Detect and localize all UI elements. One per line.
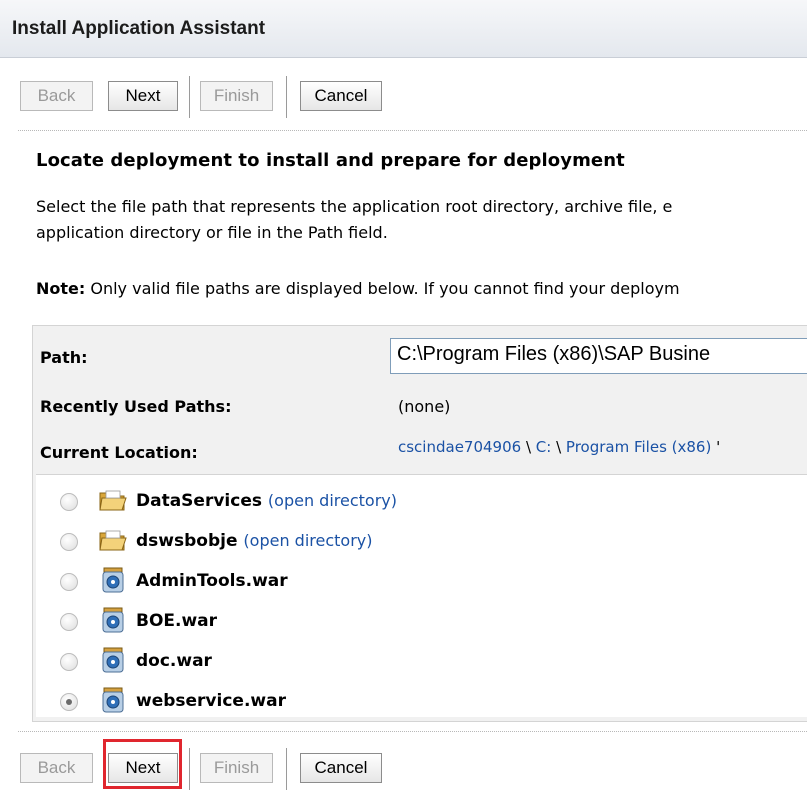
file-name-text: DataServices xyxy=(136,491,262,511)
section-heading: Locate deployment to install and prepare… xyxy=(36,150,625,171)
window-titlebar: Install Application Assistant xyxy=(0,0,807,58)
description-line-1: Select the file path that represents the… xyxy=(36,197,673,216)
recent-paths-value: (none) xyxy=(398,397,451,416)
breadcrumb-separator: ' xyxy=(711,438,721,456)
radio-boe[interactable] xyxy=(60,613,78,631)
note-text: Note: Only valid file paths are displaye… xyxy=(36,276,680,302)
file-list: DataServices (open directory) dswsbobje … xyxy=(36,474,807,717)
separator xyxy=(189,76,193,118)
separator xyxy=(189,748,193,790)
list-item: webservice.war xyxy=(36,685,807,725)
finish-button[interactable]: Finish xyxy=(200,81,273,111)
path-input[interactable]: C:\Program Files (x86)\SAP Busine xyxy=(390,338,807,374)
back-button[interactable]: Back xyxy=(20,81,93,111)
description-line-2: application directory or file in the Pat… xyxy=(36,223,388,242)
note-body: Only valid file paths are displayed belo… xyxy=(85,279,680,298)
radio-admintools[interactable] xyxy=(60,573,78,591)
current-location-label: Current Location: xyxy=(40,443,198,462)
war-archive-icon xyxy=(102,607,124,633)
file-name: dswsbobje (open directory) xyxy=(136,531,373,551)
list-item: AdminTools.war xyxy=(36,565,807,605)
open-directory-link[interactable]: (open directory) xyxy=(268,491,397,510)
window-title: Install Application Assistant xyxy=(12,18,266,39)
file-name: webservice.war xyxy=(136,691,286,711)
radio-dataservices[interactable] xyxy=(60,493,78,511)
radio-dswsbobje[interactable] xyxy=(60,533,78,551)
war-archive-icon xyxy=(102,647,124,673)
radio-webservice[interactable] xyxy=(60,693,78,711)
separator xyxy=(286,76,290,118)
recent-paths-label: Recently Used Paths: xyxy=(40,397,232,416)
next-button-highlight xyxy=(103,739,182,789)
cancel-button[interactable]: Cancel xyxy=(300,753,382,783)
file-name-text: dswsbobje xyxy=(136,531,238,551)
open-directory-link[interactable]: (open directory) xyxy=(243,531,372,550)
breadcrumb-drive[interactable]: C: xyxy=(536,438,552,456)
folder-icon xyxy=(99,530,127,551)
next-button[interactable]: Next xyxy=(108,81,178,111)
breadcrumb-separator: \ xyxy=(521,438,536,456)
file-name: AdminTools.war xyxy=(136,571,288,591)
folder-icon xyxy=(99,490,127,511)
breadcrumb-program-files[interactable]: Program Files (x86) xyxy=(566,438,711,456)
note-label: Note: xyxy=(36,279,86,298)
breadcrumb-host[interactable]: cscindae704906 xyxy=(398,438,521,456)
divider xyxy=(18,731,807,732)
divider xyxy=(18,130,807,131)
war-archive-icon xyxy=(102,687,124,713)
list-item: dswsbobje (open directory) xyxy=(36,525,807,565)
list-item: BOE.war xyxy=(36,605,807,645)
file-name: BOE.war xyxy=(136,611,218,631)
war-archive-icon xyxy=(102,567,124,593)
list-item: doc.war xyxy=(36,645,807,685)
path-label: Path: xyxy=(40,348,88,367)
list-item: DataServices (open directory) xyxy=(36,485,807,525)
back-button[interactable]: Back xyxy=(20,753,93,783)
finish-button[interactable]: Finish xyxy=(200,753,273,783)
breadcrumb-separator: \ xyxy=(551,438,566,456)
file-name: DataServices (open directory) xyxy=(136,491,397,511)
cancel-button[interactable]: Cancel xyxy=(300,81,382,111)
separator xyxy=(286,748,290,790)
radio-doc[interactable] xyxy=(60,653,78,671)
file-name: doc.war xyxy=(136,651,212,671)
breadcrumb: cscindae704906 \ C: \ Program Files (x86… xyxy=(398,438,720,456)
